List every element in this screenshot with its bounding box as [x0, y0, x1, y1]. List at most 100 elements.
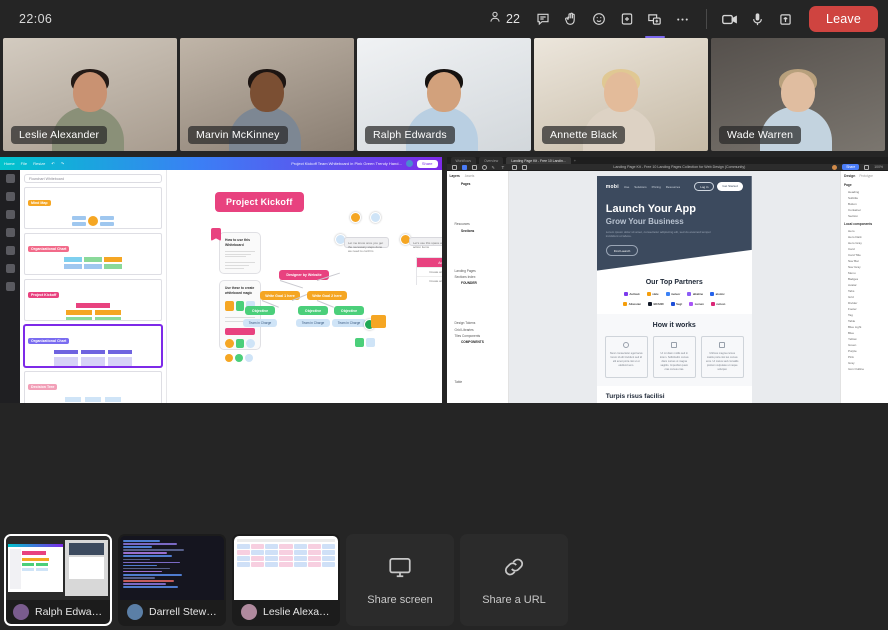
whiteboard-comment[interactable]: Let me know once you get the necessary s…	[344, 237, 389, 253]
dock-share-card[interactable]: Darrell Steward	[118, 534, 226, 626]
browser-tab[interactable]: Overview	[479, 157, 504, 164]
whiteboard-comment[interactable]: Let's use this space with action items	[409, 237, 442, 249]
feature-card[interactable]: Ultrices magna cursus mattis porta nisi …	[700, 335, 744, 379]
layer-group[interactable]: FOUNDER	[460, 280, 494, 320]
browser-tab[interactable]: Workflows	[450, 157, 477, 164]
sticky-note[interactable]	[366, 338, 375, 347]
layers-tab[interactable]: Layers	[450, 174, 460, 178]
whiteboard-share-button[interactable]: Share	[416, 159, 438, 168]
whiteboard-menu-resize[interactable]: Resize	[33, 161, 45, 166]
feature-card[interactable]: Ut mi diam mollis sed in lorem. Sollicit…	[652, 335, 696, 379]
participant-tile[interactable]: Leslie Alexander	[3, 38, 177, 151]
share-screen-button[interactable]: Share screen	[346, 534, 454, 626]
sticky-note[interactable]	[355, 338, 364, 347]
whiteboard-search-input[interactable]: Flowchart Whiteboard	[24, 174, 162, 183]
pen-tool-icon[interactable]: ✎	[492, 165, 497, 170]
comment-tool-icon[interactable]	[521, 164, 527, 170]
rail-uploads-icon[interactable]	[5, 210, 15, 219]
template-thumbnail[interactable]: Organizational Chart	[24, 233, 162, 275]
text-tool-icon[interactable]: T	[502, 165, 507, 170]
redo-icon[interactable]: ↷	[61, 161, 64, 166]
nav-link[interactable]: Use	[624, 185, 629, 189]
leave-button[interactable]: Leave	[808, 6, 878, 32]
mindmap-branch-node[interactable]: Write Goal 2 here	[307, 291, 347, 300]
template-thumbnail-selected[interactable]: Organizational Chart	[24, 325, 162, 367]
participant-tile[interactable]: Annette Black	[534, 38, 708, 151]
whiteboard-action-table[interactable]: Action Item Event Name Create an actiona…	[416, 257, 442, 285]
participant-name: Annette Black	[542, 126, 626, 144]
shape-tool-icon[interactable]	[481, 164, 487, 170]
rail-draw-icon[interactable]	[5, 246, 15, 255]
whiteboard-menu-file[interactable]: File	[21, 161, 27, 166]
whiteboard-info-card[interactable]: How to use this Whiteboard	[219, 232, 261, 274]
template-thumbnail[interactable]: Project Kickoff	[24, 279, 162, 321]
template-thumbnail[interactable]: Mind Map	[24, 187, 162, 229]
share-design-button[interactable]: Share	[842, 164, 860, 170]
mindmap-leaf-node[interactable]: Team in Charge	[243, 319, 277, 327]
collaborator-cursor-avatar	[370, 212, 381, 223]
participant-tile[interactable]: Marvin McKinney	[180, 38, 354, 151]
whiteboard-menu-home[interactable]: Home	[4, 161, 15, 166]
shared-screen-design-tool[interactable]: Workflows Overview Landing Page Kit - Fr…	[446, 157, 888, 403]
share-upload-icon[interactable]	[772, 5, 800, 33]
apps-icon[interactable]	[613, 5, 641, 33]
shared-screen-whiteboard[interactable]: Home File Resize ↶ ↷ Project Kickoff Tea…	[0, 157, 442, 403]
camera-icon[interactable]	[716, 5, 744, 33]
nav-link[interactable]: Pricing	[652, 185, 661, 189]
menu-icon[interactable]	[451, 164, 457, 170]
layer-row[interactable]: Icon Outline	[844, 366, 885, 372]
new-tab-icon[interactable]: +	[574, 158, 576, 163]
layer-group[interactable]: Sections	[460, 227, 494, 267]
layer-item[interactable]: Table	[450, 379, 505, 385]
whiteboard-canvas[interactable]: Project Kickoff How to use this Whiteboa…	[167, 170, 442, 403]
chat-icon[interactable]	[529, 5, 557, 33]
design-tab[interactable]: Design	[844, 174, 855, 178]
browser-tab-active[interactable]: Landing Page Kit - Free 10 Landin...	[506, 157, 571, 164]
present-icon[interactable]	[864, 164, 870, 170]
rail-templates-icon[interactable]	[5, 174, 15, 183]
layer-group[interactable]: COMPONENTS	[460, 339, 494, 379]
landing-body-text: Lorem ipsum dolor sit amet, consectetur …	[605, 229, 711, 239]
layer-group[interactable]: Pages	[460, 181, 494, 221]
participant-tile[interactable]: Wade Warren	[711, 38, 885, 151]
mindmap-objective-node[interactable]: Objective	[334, 306, 364, 315]
component-tool-icon[interactable]	[511, 164, 517, 170]
layer-row[interactable]: Section	[844, 213, 885, 219]
share-url-button[interactable]: Share a URL	[460, 534, 568, 626]
login-button[interactable]: Log in	[694, 182, 715, 191]
design-canvas[interactable]: mobi Use Solutions Pricing Resources Log…	[508, 171, 840, 403]
add-screen-share-icon[interactable]	[641, 5, 669, 38]
mindmap-leaf-node[interactable]: Team in Charge	[296, 319, 330, 327]
feature-card[interactable]: Nunc consectetur eget lacus lorem id eli…	[604, 335, 648, 379]
raise-hand-icon[interactable]	[557, 5, 585, 33]
nav-link[interactable]: Resources	[666, 185, 680, 189]
undo-icon[interactable]: ↶	[51, 161, 54, 166]
mindmap-leaf-node[interactable]: Team in Charge	[332, 319, 366, 327]
toolkit-card-title: Use these to create whiteboard magic	[225, 286, 255, 295]
rail-text-icon[interactable]	[5, 228, 15, 237]
assets-tab[interactable]: Assets	[465, 174, 475, 178]
participant-tile[interactable]: Ralph Edwards	[357, 38, 531, 151]
template-thumbnail[interactable]: Decision Tree	[24, 371, 162, 403]
whiteboard-toolkit-card[interactable]: Use these to create whiteboard magic	[219, 280, 261, 362]
participants-button[interactable]: 22	[484, 10, 524, 29]
mindmap-objective-node[interactable]: Objective	[298, 306, 328, 315]
nav-link[interactable]: Solutions	[634, 185, 646, 189]
dock-share-card-selected[interactable]: Ralph Edwards	[4, 534, 112, 626]
frame-tool-icon[interactable]	[471, 164, 477, 170]
rail-projects-icon[interactable]	[5, 264, 15, 273]
microphone-icon[interactable]	[744, 5, 772, 33]
move-tool-icon[interactable]	[461, 164, 467, 170]
rail-apps-icon[interactable]	[5, 282, 15, 291]
prototype-tab[interactable]: Prototype	[859, 174, 873, 180]
rail-elements-icon[interactable]	[5, 192, 15, 201]
reactions-icon[interactable]	[585, 5, 613, 33]
more-options-icon[interactable]	[669, 5, 697, 33]
dock-share-card[interactable]: Leslie Alexander	[232, 534, 340, 626]
landing-page-artboard[interactable]: mobi Use Solutions Pricing Resources Log…	[596, 176, 752, 403]
sticky-note[interactable]	[371, 315, 386, 328]
mindmap-objective-node[interactable]: Objective	[245, 306, 275, 315]
landing-cta-button[interactable]: Find Launch	[605, 245, 639, 257]
get-started-button[interactable]: Get Started	[717, 182, 743, 191]
zoom-level[interactable]: 100%	[874, 165, 883, 169]
